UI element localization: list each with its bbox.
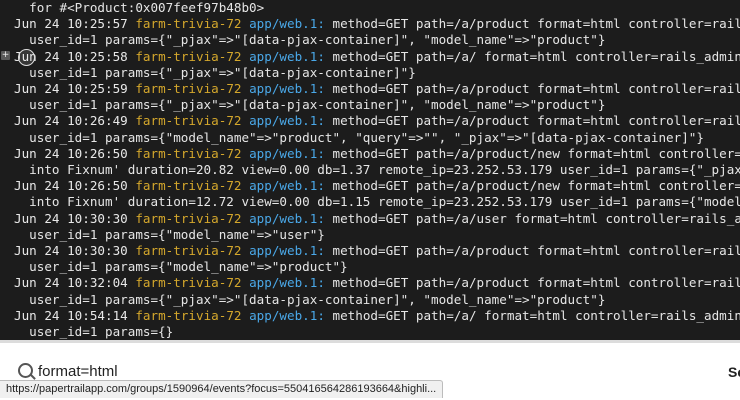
log-timestamp[interactable]: Jun 24 10:26:49 — [14, 113, 128, 128]
log-source-link[interactable]: farm-trivia-72 — [135, 178, 241, 193]
log-source-link[interactable]: farm-trivia-72 — [135, 308, 241, 323]
log-program-link[interactable]: app/web.1: — [249, 243, 325, 258]
log-message: user_id=1 params={"_pjax"=>"[data-pjax-c… — [14, 291, 606, 307]
log-message: user_id=1 params={"model_name"=>"product… — [14, 259, 348, 275]
log-source-link[interactable]: farm-trivia-72 — [135, 81, 241, 96]
log-message: user_id=1 params={"_pjax"=>"[data-pjax-c… — [14, 64, 416, 80]
log-program-link[interactable]: app/web.1: — [249, 178, 325, 193]
log-timestamp[interactable]: Jun 24 10:30:30 — [14, 211, 128, 226]
log-message: method=GET path=/a/product/new format=ht… — [332, 178, 740, 194]
log-timestamp[interactable]: Jun 24 10:30:30 — [14, 243, 128, 258]
log-timestamp[interactable]: Jun 24 10:26:50 — [14, 146, 128, 161]
log-source-link[interactable]: farm-trivia-72 — [135, 113, 241, 128]
log-source-link[interactable]: farm-trivia-72 — [135, 49, 241, 64]
log-source-link[interactable]: farm-trivia-72 — [135, 275, 241, 290]
log-program-link[interactable]: app/web.1: — [249, 211, 325, 226]
status-bar-url: https://papertrailapp.com/groups/1590964… — [0, 380, 444, 398]
log-message: method=GET path=/a/ format=html controll… — [324, 307, 740, 323]
log-continuation-line[interactable]: user_id=1 params={} — [14, 323, 173, 340]
expand-plus-icon[interactable]: + — [1, 51, 10, 60]
log-message: method=GET path=/a/product format=html c… — [332, 81, 740, 96]
log-source-link[interactable]: farm-trivia-72 — [135, 243, 241, 258]
log-message: into Fixnum' duration=12.72 view=0.00 db… — [14, 194, 740, 210]
log-timestamp[interactable]: Jun 24 10:25:57 — [14, 16, 128, 31]
log-message: method=GET path=/a/product/new format=ht… — [332, 145, 740, 161]
log-program-link[interactable]: app/web.1: — [249, 275, 325, 290]
log-program-link[interactable]: app/web.1: — [249, 308, 325, 323]
log-program-link[interactable]: app/web.1: — [249, 16, 325, 31]
log-timestamp[interactable]: Jun 24 10:26:50 — [14, 178, 128, 193]
log-timestamp[interactable]: Jun 24 10:32:04 — [14, 275, 128, 290]
log-message: user_id=1 params={"model_name"=>"user"} — [14, 226, 325, 242]
log-timestamp[interactable]: Jun 24 10:54:14 — [14, 308, 128, 323]
search-button[interactable]: Se — [728, 364, 740, 380]
log-source-link[interactable]: farm-trivia-72 — [135, 16, 241, 31]
log-message: method=GET path=/a/product format=html c… — [332, 243, 740, 258]
log-message: method=GET path=/a/product format=html c… — [332, 113, 740, 129]
log-message: method=GET path=/a/product format=html c… — [332, 275, 740, 291]
log-program-link[interactable]: app/web.1: — [249, 81, 325, 96]
log-program-link[interactable]: app/web.1: — [249, 49, 325, 64]
log-message: user_id=1 params={"_pjax"=>"[data-pjax-c… — [14, 97, 606, 113]
log-message: method=GET path=/a/user format=html cont… — [332, 210, 740, 226]
log-message: for #<Product:0x007feef97b48b0> — [14, 0, 265, 15]
log-program-link[interactable]: app/web.1: — [249, 146, 325, 161]
log-stream[interactable]: for #<Product:0x007feef97b48b0> Jun 24 10… — [0, 0, 740, 340]
mouse-cursor-icon — [18, 49, 35, 66]
log-program-link[interactable]: app/web.1: — [249, 113, 325, 128]
log-message: user_id=1 params={} — [14, 324, 174, 339]
log-message: user_id=1 params={"model_name"=>"product… — [14, 129, 704, 145]
log-message: method=GET path=/a/ format=html controll… — [324, 48, 740, 64]
search-icon — [18, 363, 33, 378]
log-source-link[interactable]: farm-trivia-72 — [135, 211, 241, 226]
log-timestamp[interactable]: Jun 24 10:25:59 — [14, 81, 128, 96]
log-message: method=GET path=/a/product format=html c… — [332, 16, 740, 32]
log-message: into Fixnum' duration=20.82 view=0.00 db… — [14, 162, 740, 177]
log-message: user_id=1 params={"_pjax"=>"[data-pjax-c… — [14, 32, 606, 48]
log-source-link[interactable]: farm-trivia-72 — [135, 146, 241, 161]
